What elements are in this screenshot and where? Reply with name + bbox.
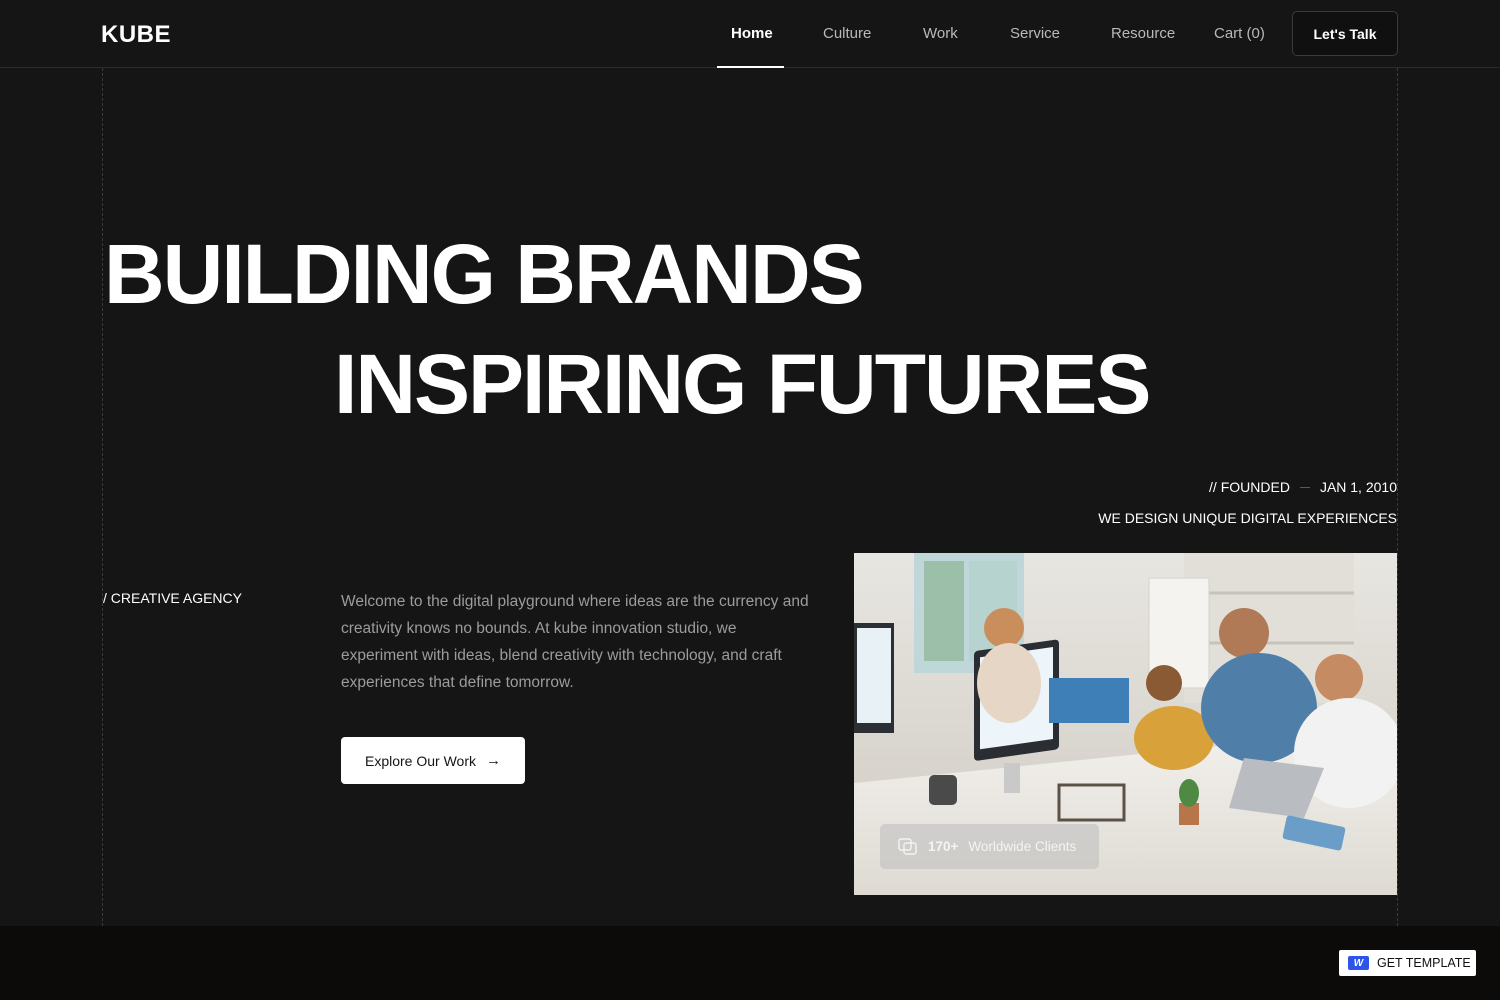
creative-agency-label: / CREATIVE AGENCY xyxy=(103,590,242,606)
clients-label: Worldwide Clients xyxy=(968,839,1077,854)
arrow-right-icon: → xyxy=(486,752,501,769)
intro-paragraph: Welcome to the digital playground where … xyxy=(341,593,809,691)
nav-item-home[interactable]: Home xyxy=(731,25,773,42)
cart-label: Cart xyxy=(1214,25,1243,42)
site-logo[interactable]: KUBE xyxy=(101,21,171,49)
webflow-logo-icon: W xyxy=(1348,956,1369,970)
explore-work-label: Explore Our Work xyxy=(365,752,476,769)
founded-info: // FOUNDED JAN 1, 2010 xyxy=(1209,479,1397,495)
founded-divider xyxy=(1299,486,1310,488)
cart-link[interactable]: Cart (0) xyxy=(1214,25,1265,42)
get-template-label: GET TEMPLATE xyxy=(1377,956,1471,970)
right-guide-line xyxy=(1397,68,1398,926)
nav-item-service[interactable]: Service xyxy=(1010,25,1060,42)
nav-item-culture[interactable]: Culture xyxy=(823,25,871,42)
site-header: KUBE Home Culture Work Service Resource … xyxy=(0,0,1500,68)
team-office-photo: 170+ Worldwide Clients xyxy=(854,553,1397,895)
get-template-button[interactable]: W GET TEMPLATE xyxy=(1339,950,1476,976)
copy-icon xyxy=(898,837,918,856)
hero-headline-line-2: INSPIRING FUTURES xyxy=(334,337,1151,431)
founded-label: // FOUNDED xyxy=(1209,479,1290,495)
lets-talk-button[interactable]: Let's Talk xyxy=(1292,11,1398,56)
hero-headline-line-1: BUILDING BRANDS xyxy=(104,227,865,321)
hero-tagline: WE DESIGN UNIQUE DIGITAL EXPERIENCES xyxy=(1098,510,1397,526)
active-nav-indicator xyxy=(717,66,784,68)
founded-date: JAN 1, 2010 xyxy=(1319,479,1397,495)
footer-band xyxy=(0,926,1500,1000)
cart-count: (0) xyxy=(1246,25,1265,42)
nav-item-resource[interactable]: Resource xyxy=(1111,25,1175,42)
left-guide-line xyxy=(102,68,103,926)
explore-work-button[interactable]: Explore Our Work → xyxy=(341,737,525,784)
nav-item-work[interactable]: Work xyxy=(923,25,958,42)
clients-badge: 170+ Worldwide Clients xyxy=(880,824,1099,869)
clients-count: 170+ xyxy=(928,839,959,854)
